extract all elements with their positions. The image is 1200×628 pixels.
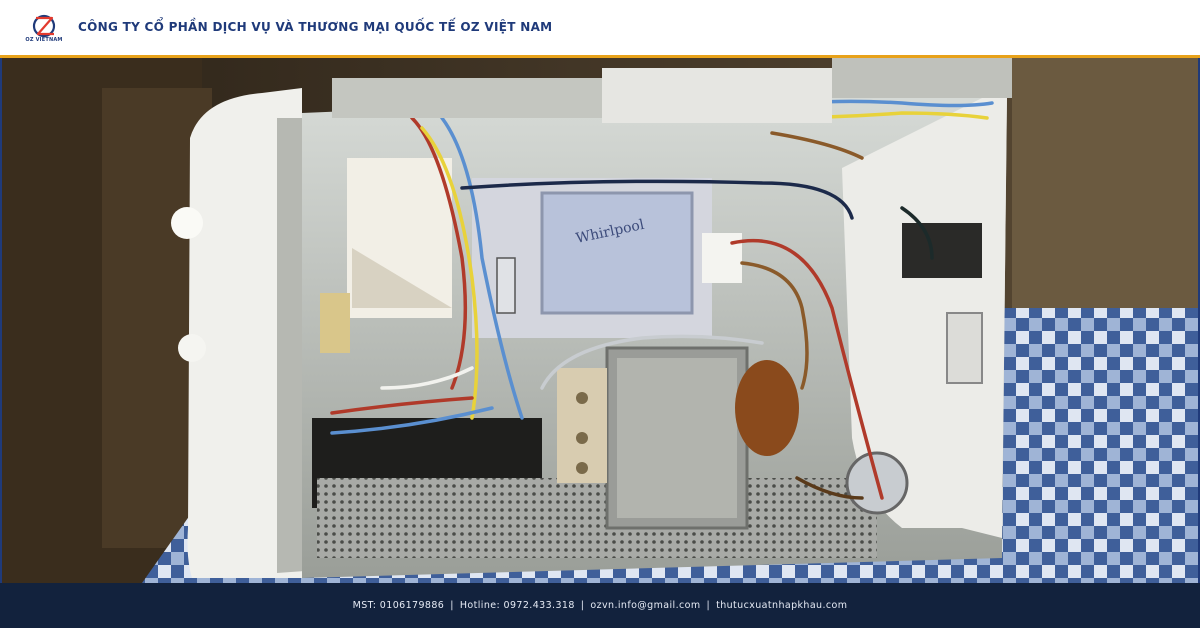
footer-contact-line: MST: 0106179886 | Hotline: 0972.433.318 | oz… — [353, 600, 848, 611]
footer-hotline: Hotline: 0972.433.318 — [459, 600, 575, 611]
footer-separator: | — [580, 600, 585, 611]
footer-separator: | — [450, 600, 454, 611]
microwave-photo: Whirlpool — [2, 58, 1198, 583]
footer-bar: MST: 0106179886 | Hotline: 0972.433.318 | oz… — [0, 583, 1200, 628]
oz-logo-icon — [32, 14, 56, 38]
header-bar: OZ VIETNAM CÔNG TY CỔ PHẦN DỊCH VỤ VÀ TH… — [0, 0, 1200, 58]
footer-email: ozvn.info@gmail.com — [590, 600, 701, 611]
footer-tax-code: MST: 0106179886 — [352, 600, 445, 611]
logo-caption: OZ VIETNAM — [25, 37, 63, 43]
microwave-illustration: Whirlpool — [2, 58, 1198, 583]
company-name: CÔNG TY CỔ PHẦN DỊCH VỤ VÀ THƯƠNG MẠI QU… — [78, 20, 553, 34]
footer-separator: | — [706, 600, 711, 611]
footer-website: thutucxuatnhapkhau.com — [716, 600, 848, 611]
